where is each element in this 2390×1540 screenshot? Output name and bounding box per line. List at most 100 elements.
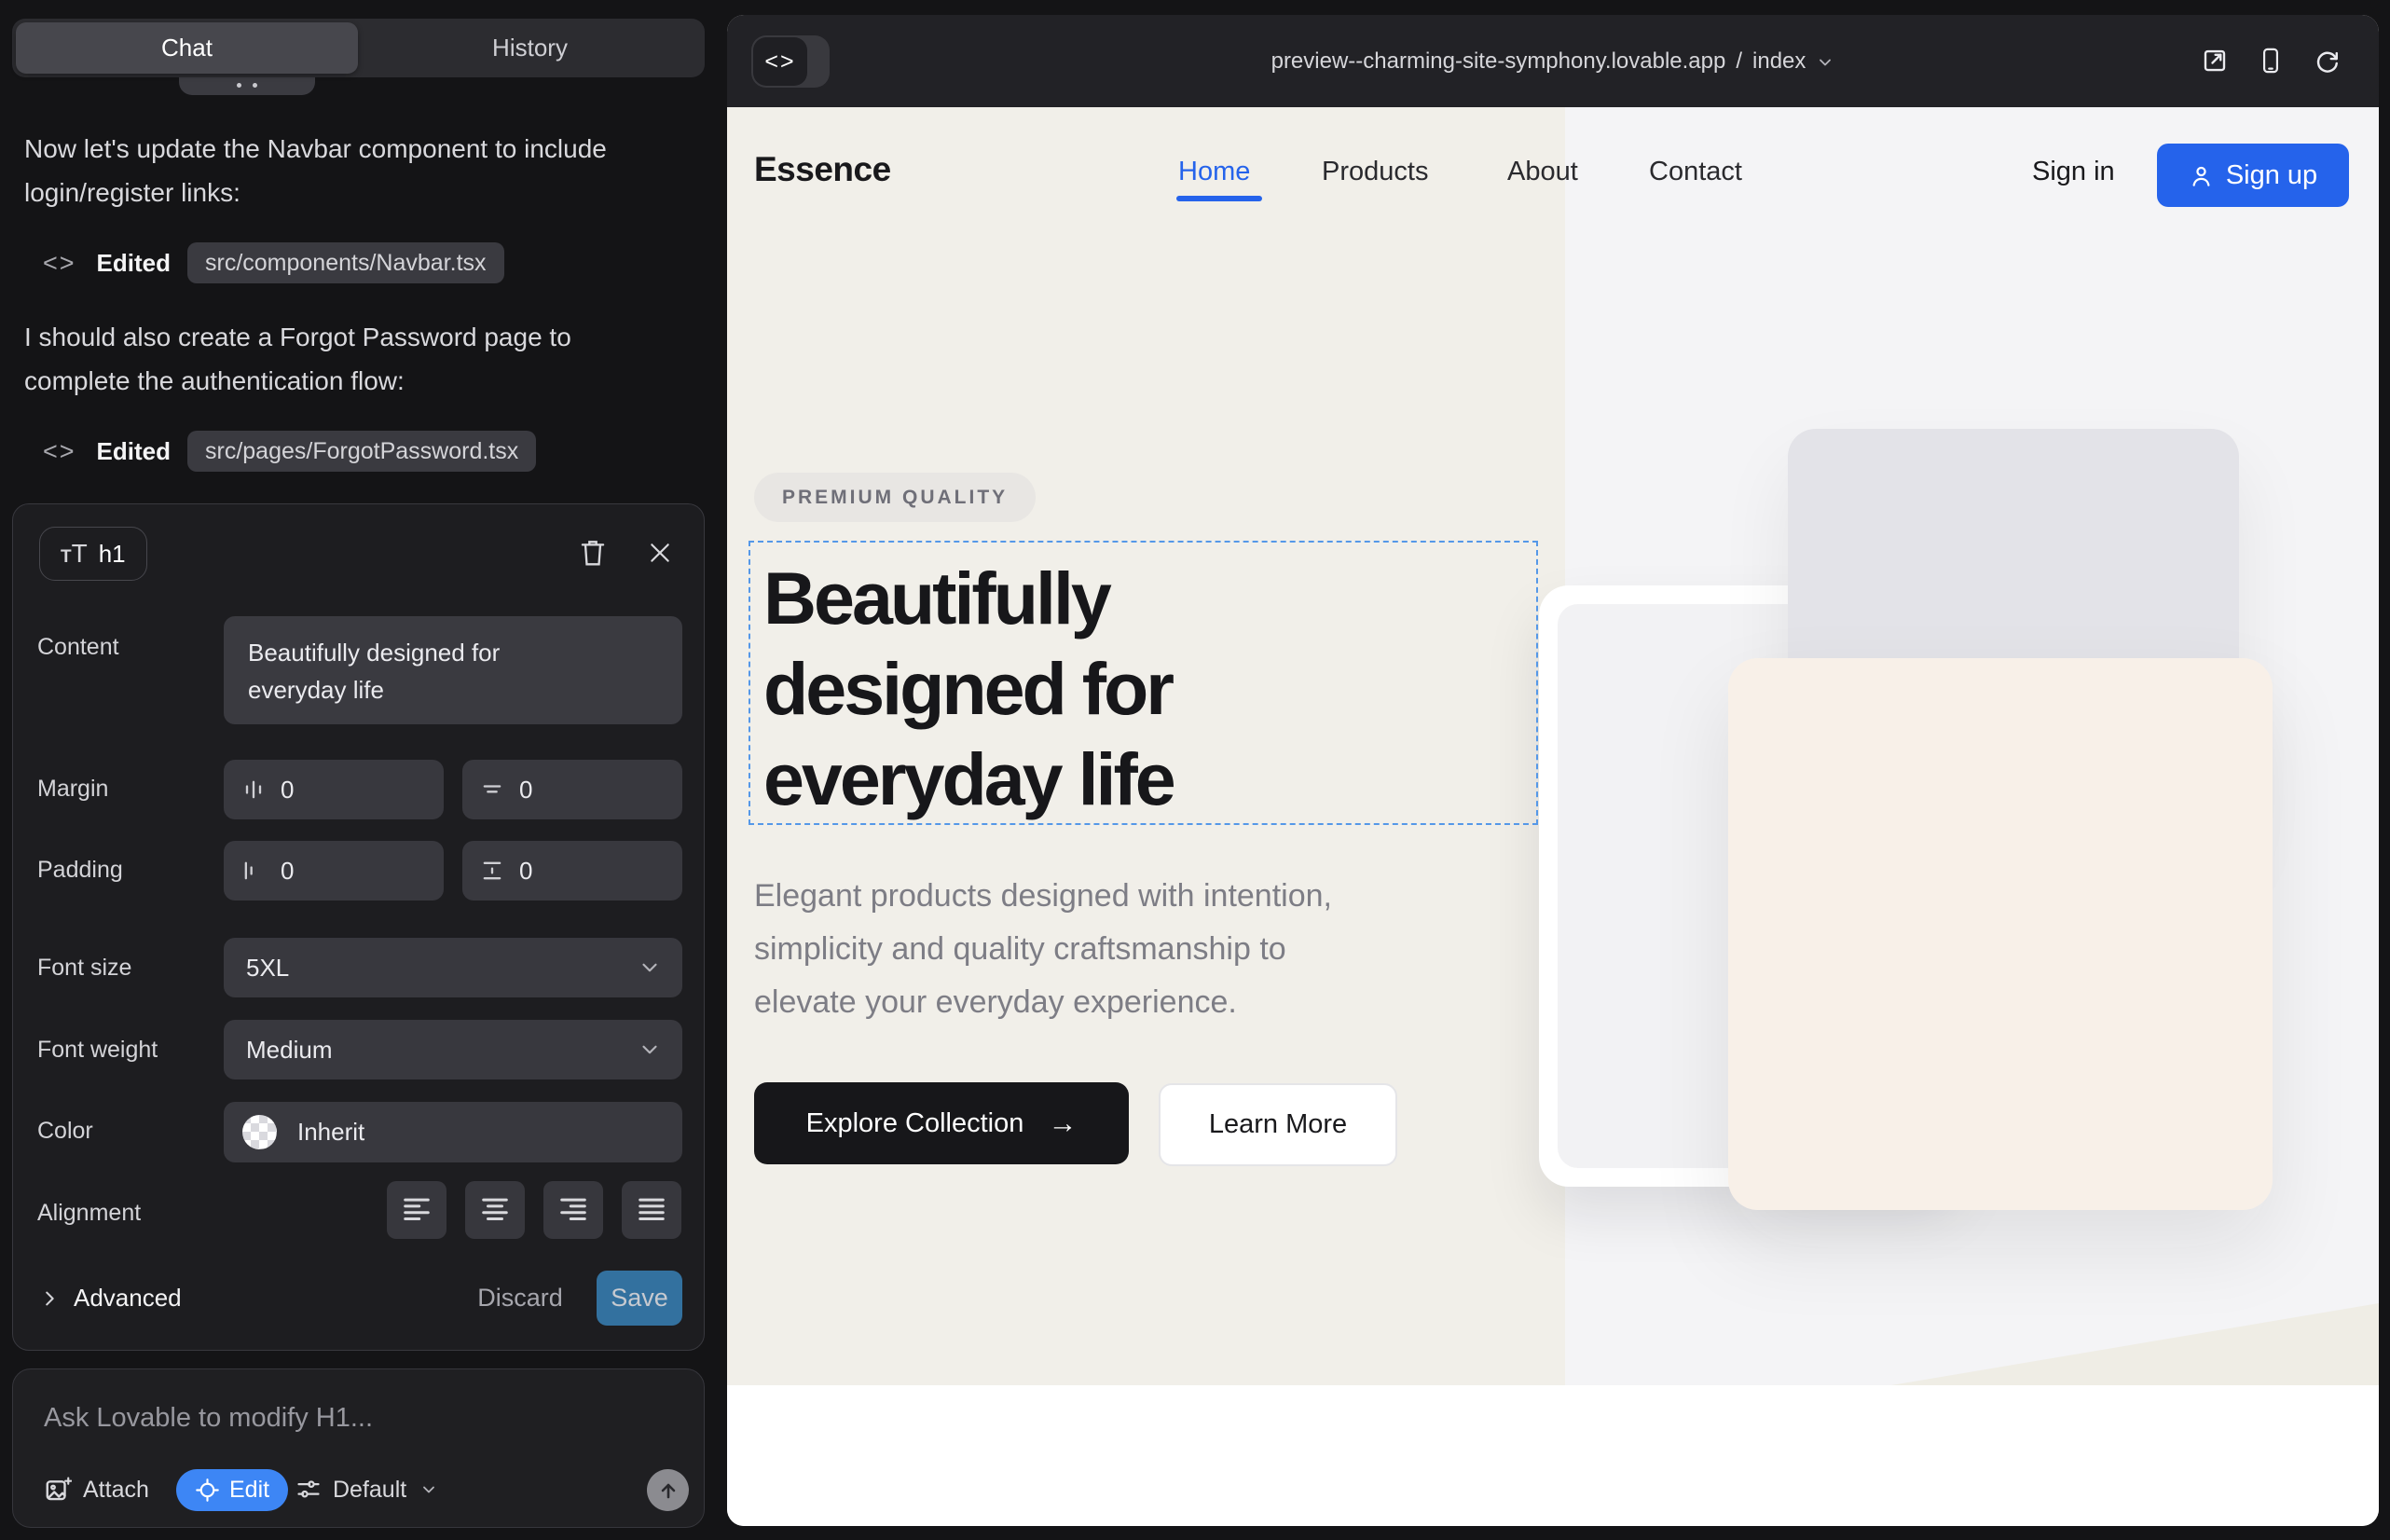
explore-collection-button[interactable]: Explore Collection → xyxy=(754,1082,1129,1164)
edit-mode-button[interactable]: Edit xyxy=(176,1469,288,1511)
tab-history[interactable]: History xyxy=(359,22,701,74)
nav-link-home[interactable]: Home xyxy=(1178,157,1250,187)
chevron-down-icon xyxy=(638,956,662,980)
save-button[interactable]: Save xyxy=(597,1271,682,1326)
align-right-icon xyxy=(557,1196,589,1224)
close-editor-button[interactable] xyxy=(638,532,682,573)
nav-link-contact[interactable]: Contact xyxy=(1649,157,1742,187)
site-logo[interactable]: Essence xyxy=(754,150,891,189)
chrome-actions xyxy=(2200,46,2342,76)
align-center-button[interactable] xyxy=(465,1181,525,1239)
url-separator: / xyxy=(1736,48,1742,75)
dot xyxy=(237,83,241,88)
active-nav-underline xyxy=(1176,196,1262,201)
model-mode-select[interactable]: Default xyxy=(295,1468,438,1511)
align-justify-button[interactable] xyxy=(622,1181,681,1239)
content-label: Content xyxy=(37,634,119,661)
prompt-input[interactable] xyxy=(44,1397,659,1438)
open-external-button[interactable] xyxy=(2200,46,2230,76)
element-tag-label: h1 xyxy=(99,540,126,569)
padding-horizontal-icon xyxy=(240,858,267,884)
hero-heading[interactable]: Beautifully designed for everyday life xyxy=(763,553,1174,824)
chevron-down-icon xyxy=(1816,53,1834,72)
hero-badge: PREMIUM QUALITY xyxy=(754,473,1036,522)
close-icon xyxy=(648,541,672,565)
sign-in-link[interactable]: Sign in xyxy=(2032,157,2115,187)
chat-message: Now let's update the Navbar component to… xyxy=(24,127,647,214)
attach-button[interactable]: Attach xyxy=(44,1468,149,1511)
color-swatch xyxy=(242,1115,277,1149)
padding-vertical-icon xyxy=(479,858,505,884)
sign-up-button[interactable]: Sign up xyxy=(2157,144,2349,207)
font-weight-label: Font weight xyxy=(37,1037,158,1064)
chat-composer: Attach Edit Default xyxy=(12,1368,705,1528)
nav-link-about[interactable]: About xyxy=(1507,157,1578,187)
file-chip[interactable]: src/components/Navbar.tsx xyxy=(187,242,504,283)
browser-chrome: <> preview--charming-site-symphony.lovab… xyxy=(727,15,2379,107)
hero-paragraph: Elegant products designed with intention… xyxy=(754,870,1332,1029)
align-right-button[interactable] xyxy=(543,1181,603,1239)
discard-button[interactable]: Discard xyxy=(466,1271,574,1326)
preview-window: <> preview--charming-site-symphony.lovab… xyxy=(727,15,2379,1526)
mobile-icon xyxy=(2258,47,2284,75)
code-icon: <> xyxy=(43,249,76,278)
align-left-button[interactable] xyxy=(387,1181,446,1239)
font-size-label: Font size xyxy=(37,955,131,982)
padding-y-input[interactable]: 0 xyxy=(462,841,682,901)
edited-label: Edited xyxy=(97,437,171,466)
app: Chat History Now let's update the Navbar… xyxy=(0,0,2390,1540)
site-preview: Essence Home Products About Contact Sign… xyxy=(727,107,2379,1526)
advanced-toggle[interactable]: Advanced xyxy=(39,1271,182,1326)
chevron-down-icon xyxy=(638,1038,662,1062)
refresh-button[interactable] xyxy=(2312,46,2342,76)
chevron-down-icon xyxy=(419,1480,438,1499)
arrow-right-icon: → xyxy=(1048,1107,1077,1140)
edited-label: Edited xyxy=(97,249,171,278)
target-icon xyxy=(195,1478,220,1503)
margin-label: Margin xyxy=(37,776,108,803)
chat-message: I should also create a Forgot Password p… xyxy=(24,315,647,403)
url-bar[interactable]: preview--charming-site-symphony.lovable.… xyxy=(727,15,2379,107)
color-select[interactable]: Inherit xyxy=(224,1102,682,1162)
padding-label: Padding xyxy=(37,857,123,884)
type-icon: TT xyxy=(61,539,88,569)
font-weight-select[interactable]: Medium xyxy=(224,1020,682,1079)
edited-file-row: <> Edited src/components/Navbar.tsx xyxy=(43,242,504,283)
color-label: Color xyxy=(37,1118,93,1145)
content-input[interactable]: Beautifully designed for everyday life xyxy=(224,616,682,724)
align-justify-icon xyxy=(636,1196,667,1224)
align-center-icon xyxy=(479,1196,511,1224)
padding-x-input[interactable]: 0 xyxy=(224,841,444,901)
element-editor-panel: TT h1 Content Beautifully designed for e… xyxy=(12,503,705,1351)
dot xyxy=(253,83,257,88)
nav-link-products[interactable]: Products xyxy=(1322,157,1428,187)
edited-file-row: <> Edited src/pages/ForgotPassword.tsx xyxy=(43,431,536,472)
alignment-label: Alignment xyxy=(37,1200,141,1227)
tab-chat[interactable]: Chat xyxy=(16,22,358,74)
margin-vertical-icon xyxy=(479,777,505,803)
chevron-right-icon xyxy=(39,1288,60,1309)
trash-icon xyxy=(579,538,607,568)
attach-image-icon xyxy=(44,1476,72,1504)
send-button[interactable] xyxy=(647,1469,689,1511)
decorative-card-beige xyxy=(1728,658,2273,1210)
mobile-view-button[interactable] xyxy=(2256,46,2286,76)
chat-history-tabs: Chat History xyxy=(12,19,705,77)
margin-horizontal-icon xyxy=(240,777,267,803)
url-path: index xyxy=(1752,48,1806,75)
learn-more-button[interactable]: Learn More xyxy=(1159,1083,1397,1166)
arrow-up-icon xyxy=(657,1479,680,1502)
url-domain: preview--charming-site-symphony.lovable.… xyxy=(1271,48,1726,75)
margin-x-input[interactable]: 0 xyxy=(224,760,444,819)
code-icon: <> xyxy=(43,437,76,466)
margin-y-input[interactable]: 0 xyxy=(462,760,682,819)
align-left-icon xyxy=(401,1196,433,1224)
sliders-icon xyxy=(295,1477,322,1503)
open-external-icon xyxy=(2201,47,2229,75)
refresh-icon xyxy=(2314,48,2341,75)
user-icon xyxy=(2189,163,2214,188)
delete-element-button[interactable] xyxy=(570,532,615,573)
font-size-select[interactable]: 5XL xyxy=(224,938,682,997)
file-chip[interactable]: src/pages/ForgotPassword.tsx xyxy=(187,431,536,472)
element-tag-chip[interactable]: TT h1 xyxy=(39,527,147,581)
